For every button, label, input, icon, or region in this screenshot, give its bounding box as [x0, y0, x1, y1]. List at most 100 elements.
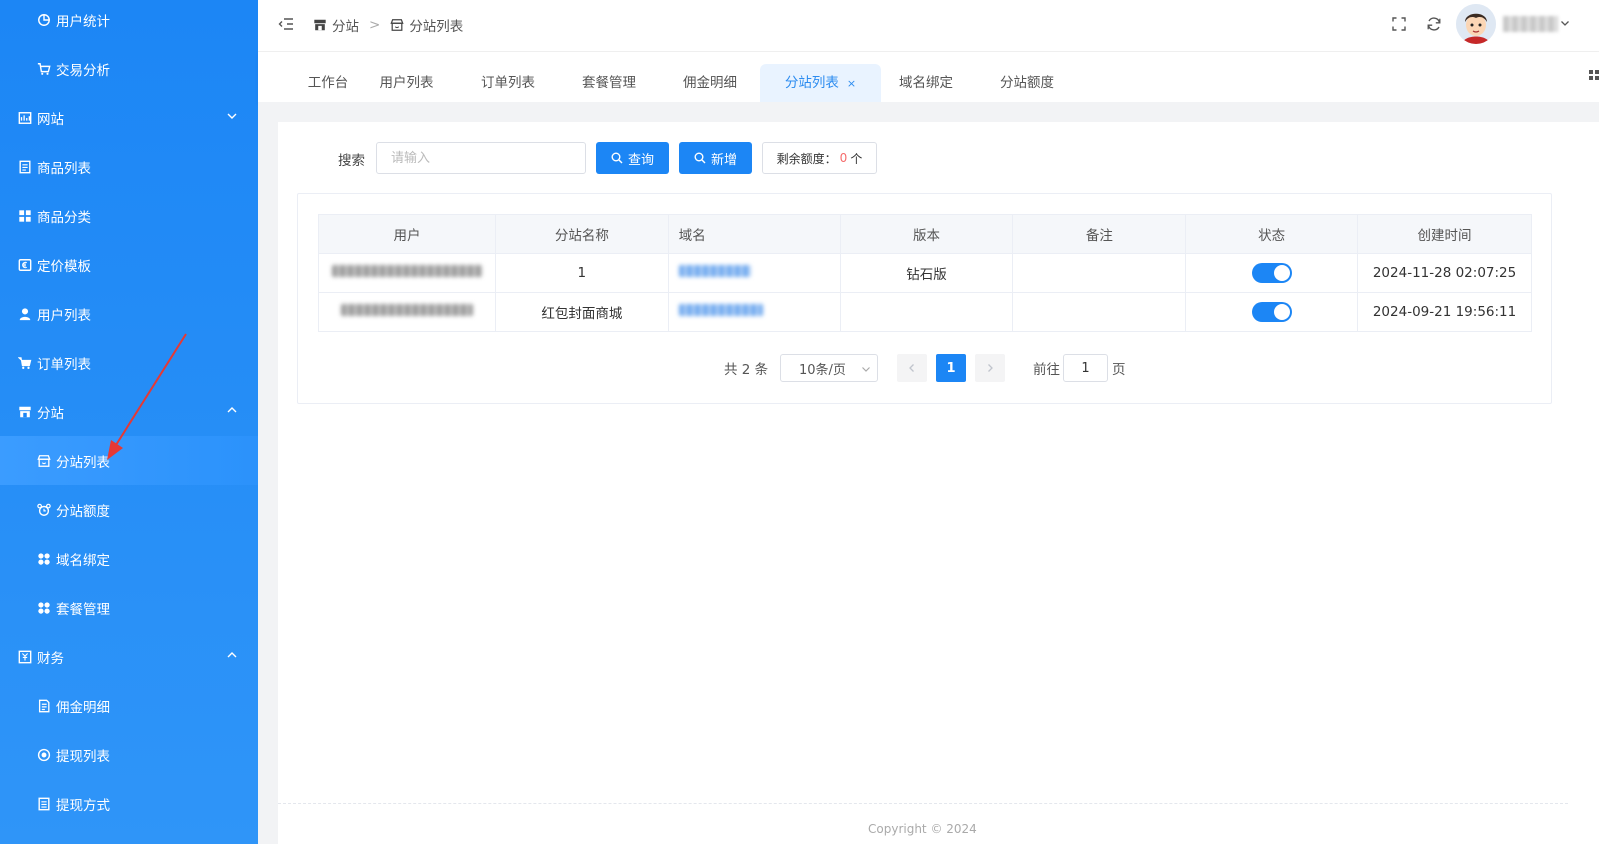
store-icon [314, 19, 326, 31]
apps-icon [37, 552, 51, 566]
sidebar-item-label: 分站列表 [56, 454, 110, 471]
sidebar-item-substation-list[interactable]: 分站列表 [0, 436, 258, 485]
tab-label: 工作台 [307, 75, 349, 91]
prev-page-button[interactable] [897, 354, 927, 382]
sidebar-item-withdraw-list[interactable]: 提现列表 [0, 730, 258, 779]
search-input[interactable] [376, 142, 586, 174]
page-size-value: 10条/页 [799, 362, 846, 378]
sidebar-item-label: 套餐管理 [56, 601, 110, 618]
table-row: 1 钻石版 2024-11-28 02:07:25 [318, 253, 1532, 293]
page-number-button[interactable]: 1 [936, 354, 966, 382]
user-name-blurred[interactable] [1503, 16, 1558, 32]
cell-created: 2024-09-21 19:56:11 [1357, 292, 1532, 332]
sidebar-item-product-category[interactable]: 商品分类 [0, 191, 258, 240]
footer-copyright: Copyright © 2024 [868, 822, 977, 836]
cell-created: 2024-11-28 02:07:25 [1357, 253, 1532, 293]
sidebar-item-trade-analysis[interactable]: 交易分析 [0, 44, 258, 93]
sidebar-item-price-template[interactable]: 定价模板 [0, 240, 258, 289]
tab-commission-detail[interactable]: 佣金明细 [675, 64, 745, 102]
coin-icon [37, 748, 51, 762]
tab-bar: 工作台 用户列表 订单列表 套餐管理 佣金明细 分站列表 × 域名绑定 分站额度 [258, 52, 1599, 102]
quota-value: 0 [839, 151, 848, 165]
sidebar-item-user-list[interactable]: 用户列表 [0, 289, 258, 338]
status-toggle[interactable] [1251, 263, 1292, 283]
chevron-down-icon[interactable] [1560, 18, 1570, 28]
next-page-button[interactable] [975, 354, 1005, 382]
substation-table: 用户 分站名称 域名 版本 备注 状态 创建时间 1 钻石版 2024-11-2… [318, 214, 1532, 332]
menu-fold-icon[interactable] [278, 16, 294, 32]
table-header-row: 用户 分站名称 域名 版本 备注 状态 创建时间 [318, 214, 1532, 254]
sidebar-item-label: 定价模板 [37, 258, 91, 275]
sidebar-item-finance[interactable]: 财务 [0, 632, 258, 681]
tab-label: 佣金明细 [683, 75, 737, 91]
tab-label: 域名绑定 [899, 75, 953, 91]
sidebar-item-commission-detail[interactable]: 佣金明细 [0, 681, 258, 730]
chevron-up-icon [227, 652, 237, 658]
tab-order-list[interactable]: 订单列表 [473, 64, 543, 102]
sidebar-item-label: 财务 [37, 650, 64, 667]
page-size-select[interactable]: 10条/页 [780, 354, 878, 382]
sidebar-item-label: 用户列表 [37, 307, 91, 324]
sidebar-item-domain-binding[interactable]: 域名绑定 [0, 534, 258, 583]
sidebar-item-website[interactable]: 网站 [0, 93, 258, 142]
tab-domain-binding[interactable]: 域名绑定 [891, 64, 961, 102]
table-row: 红包封面商城 2024-09-21 19:56:11 [318, 292, 1532, 332]
sidebar-item-package-management[interactable]: 套餐管理 [0, 583, 258, 632]
chevron-down-icon [227, 113, 237, 119]
cell-version: 钻石版 [839, 253, 1014, 293]
sidebar-item-user-stats[interactable]: 用户统计 [0, 0, 258, 44]
footer-divider [278, 803, 1568, 804]
sidebar-item-substation[interactable]: 分站 [0, 387, 258, 436]
breadcrumb-item-substation[interactable]: 分站 [332, 15, 359, 35]
sidebar-item-product-list[interactable]: 商品列表 [0, 142, 258, 191]
cell-remark [1012, 292, 1187, 332]
status-toggle[interactable] [1251, 302, 1292, 322]
cell-user-blurred [318, 292, 496, 332]
pie-chart-icon [37, 13, 51, 27]
cell-domain-blurred[interactable] [667, 253, 841, 293]
document-icon [37, 797, 51, 811]
tab-workbench[interactable]: 工作台 [298, 64, 358, 102]
tab-package-management[interactable]: 套餐管理 [574, 64, 644, 102]
sidebar-item-label: 提现方式 [56, 797, 110, 814]
store-icon [18, 405, 32, 419]
refresh-icon[interactable] [1426, 16, 1442, 32]
avatar[interactable] [1456, 4, 1496, 44]
pagination-total: 共 2 条 [724, 362, 769, 378]
tab-label: 分站列表 [784, 75, 839, 91]
sidebar-item-label: 商品列表 [37, 160, 91, 177]
sidebar-item-label: 提现列表 [56, 748, 110, 765]
tab-user-list[interactable]: 用户列表 [373, 64, 440, 102]
tab-substation-quota[interactable]: 分站额度 [992, 64, 1062, 102]
close-icon[interactable]: × [847, 77, 856, 90]
query-button[interactable]: 查询 [596, 142, 669, 174]
cart-icon [37, 62, 51, 76]
breadcrumb-separator: > [369, 17, 381, 33]
sidebar-item-substation-quota[interactable]: 分站额度 [0, 485, 258, 534]
sidebar-item-order-list[interactable]: 订单列表 [0, 338, 258, 387]
column-header-site-name: 分站名称 [494, 214, 669, 254]
chevron-up-icon [227, 407, 237, 413]
sidebar-item-label: 网站 [37, 111, 64, 128]
column-header-created: 创建时间 [1357, 214, 1532, 254]
tab-label: 订单列表 [481, 75, 535, 91]
tab-substation-list[interactable]: 分站列表 × [760, 64, 881, 102]
grid-icon [18, 209, 32, 223]
chevron-left-icon [909, 364, 914, 372]
column-header-version: 版本 [839, 214, 1014, 254]
sidebar: 用户统计 交易分析 网站 商品列表 商品分类 定价模板 用户列表 订单列表 分站… [0, 0, 258, 844]
add-button[interactable]: 新增 [679, 142, 752, 174]
sidebar-item-withdraw-method[interactable]: 提现方式 [0, 779, 258, 828]
chevron-right-icon [988, 364, 993, 372]
column-header-domain: 域名 [667, 214, 841, 254]
top-header: 分站 > 分站列表 [258, 0, 1599, 52]
tab-menu-icon[interactable] [1587, 70, 1599, 84]
fullscreen-icon[interactable] [1391, 16, 1407, 32]
sidebar-item-label: 分站 [37, 405, 64, 422]
goto-page-input[interactable] [1063, 354, 1108, 382]
query-button-label: 查询 [627, 151, 654, 167]
add-button-label: 新增 [710, 151, 737, 167]
cell-domain-blurred[interactable] [667, 292, 841, 332]
sidebar-item-label: 交易分析 [56, 62, 110, 79]
sidebar-item-label: 域名绑定 [56, 552, 110, 569]
